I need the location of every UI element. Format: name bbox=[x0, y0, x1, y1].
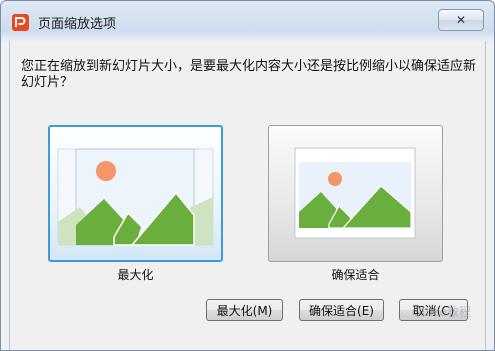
option-ensure-fit[interactable] bbox=[268, 125, 443, 262]
sun-icon bbox=[328, 172, 342, 186]
close-button[interactable]: ✕ bbox=[438, 9, 484, 31]
title-bar[interactable]: 页面缩放选项 ✕ bbox=[1, 1, 494, 41]
close-icon: ✕ bbox=[455, 13, 467, 27]
option-maximize[interactable] bbox=[48, 125, 223, 262]
window-title: 页面缩放选项 bbox=[38, 17, 117, 32]
option-maximize-label: 最大化 bbox=[117, 268, 154, 282]
prompt-text: 您正在缩放到新幻灯片大小，是要最大化内容大小还是按比例缩小以确保适应新幻灯片？ bbox=[21, 59, 477, 90]
ensure-fit-preview-icon bbox=[294, 147, 416, 239]
sun-icon bbox=[96, 161, 116, 181]
app-logo-icon bbox=[12, 14, 29, 31]
ensure-fit-button[interactable]: 确保适合(E) bbox=[299, 299, 384, 321]
watermark-text: Office教程 bbox=[411, 305, 471, 319]
maximize-preview-icon bbox=[57, 148, 214, 246]
dialog-window: 页面缩放选项 ✕ 您正在缩放到新幻灯片大小，是要最大化内容大小还是按比例缩小以确… bbox=[0, 0, 495, 351]
p-logo-icon bbox=[15, 17, 26, 27]
maximize-button[interactable]: 最大化(M) bbox=[206, 299, 283, 321]
option-ensure-fit-label: 确保适合 bbox=[331, 268, 380, 282]
dialog-body: 您正在缩放到新幻灯片大小，是要最大化内容大小还是按比例缩小以确保适应新幻灯片？ … bbox=[9, 41, 486, 350]
